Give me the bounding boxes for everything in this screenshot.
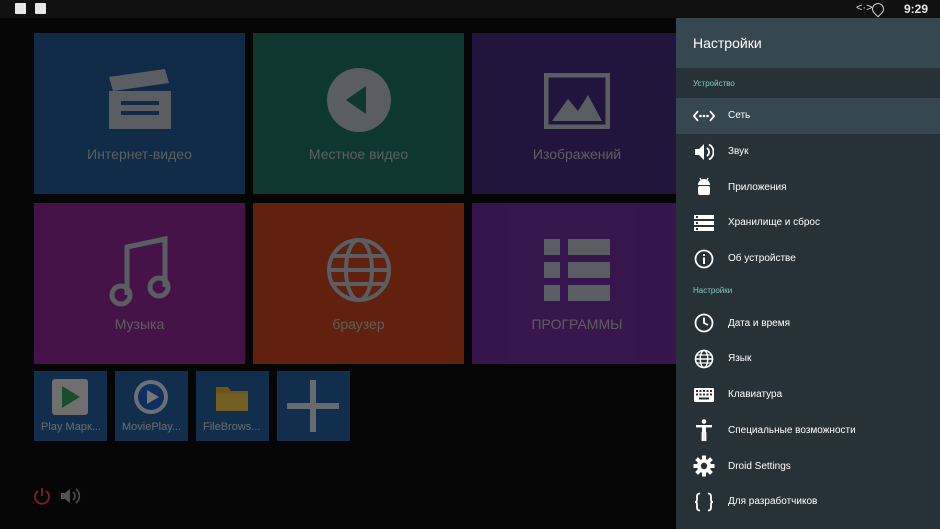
tile-internet-video[interactable]: Интернет-видео: [34, 33, 245, 194]
ethernet-icon: <·>: [856, 2, 873, 14]
item-label: Droid Settings: [728, 460, 791, 472]
app-label: Play Марк...: [41, 421, 101, 433]
image-icon: [544, 73, 610, 129]
settings-item-about[interactable]: Об устройстве: [676, 241, 940, 277]
clock-time: 9:29: [903, 2, 928, 16]
tile-programs[interactable]: ПРОГРАММЫ: [472, 203, 682, 364]
tile-label: Местное видео: [308, 146, 409, 162]
accessibility-icon: [693, 419, 715, 442]
item-label: Специальные возможности: [728, 424, 856, 436]
app-movieplayer[interactable]: MoviePlay...: [115, 371, 188, 441]
globe-icon: [326, 238, 391, 302]
item-label: Сеть: [728, 110, 751, 122]
folder-icon: [216, 387, 248, 411]
settings-item-date-time[interactable]: Дата и время: [676, 305, 940, 341]
clock-icon: [693, 312, 715, 334]
tile-browser[interactable]: браузер: [253, 203, 464, 364]
settings-panel: Настройки Устройство Сеть Звук Приложени…: [676, 18, 940, 529]
item-label: Звук: [728, 146, 749, 158]
keyboard-icon: [693, 384, 715, 406]
image-notification-icon: [35, 3, 46, 14]
power-icon[interactable]: [32, 486, 52, 506]
movieplayer-icon: [134, 380, 168, 414]
tile-label: Изображений: [532, 146, 622, 162]
tile-label: ПРОГРАММЫ: [531, 316, 623, 332]
item-label: Язык: [728, 353, 752, 365]
play-store-icon: [52, 379, 88, 415]
panel-header: Настройки: [676, 18, 940, 68]
tile-local-video[interactable]: Местное видео: [253, 33, 464, 194]
item-label: Хранилище и сброс: [728, 217, 820, 229]
section-header-settings: Настройки: [693, 286, 733, 296]
app-play-market[interactable]: Play Марк...: [34, 371, 107, 441]
app-label: FileBrows...: [203, 421, 261, 433]
android-icon: [693, 176, 715, 198]
settings-item-droid-settings[interactable]: Droid Settings: [676, 448, 940, 484]
music-note-icon: [109, 235, 170, 307]
item-label: Для разработчиков: [728, 496, 818, 508]
app-filebrowser[interactable]: FileBrows...: [196, 371, 269, 441]
info-icon: [693, 248, 715, 270]
settings-item-apps[interactable]: Приложения: [676, 169, 940, 205]
settings-item-storage[interactable]: Хранилище и сброс: [676, 205, 940, 241]
app-label: MoviePlay...: [122, 421, 182, 433]
tile-images[interactable]: Изображений: [472, 33, 682, 194]
plus-icon: [287, 380, 339, 432]
speaker-icon: [693, 141, 715, 163]
item-label: Клавиатура: [728, 389, 783, 401]
a-notification-icon: [15, 3, 26, 14]
panel-title: Настройки: [693, 35, 762, 51]
settings-item-keyboard[interactable]: Клавиатура: [676, 377, 940, 413]
tile-label: Интернет-видео: [87, 146, 192, 162]
item-label: Приложения: [728, 181, 787, 193]
settings-item-developer[interactable]: Для разработчиков: [676, 484, 940, 520]
settings-item-accessibility[interactable]: Специальные возможности: [676, 413, 940, 449]
settings-item-language[interactable]: Язык: [676, 341, 940, 377]
tile-label: Музыка: [114, 316, 165, 332]
clapperboard-icon: [108, 69, 171, 129]
volume-icon[interactable]: [59, 486, 81, 506]
app-add-button[interactable]: [277, 371, 350, 441]
tile-music[interactable]: Музыка: [34, 203, 245, 364]
item-label: Об устройстве: [728, 253, 796, 265]
tile-label: браузер: [332, 316, 385, 332]
play-circle-icon: [326, 68, 391, 132]
network-icon: [693, 105, 715, 127]
settings-item-sound[interactable]: Звук: [676, 134, 940, 170]
section-header-device: Устройство: [693, 78, 735, 88]
status-bar: <·> 9:29: [0, 0, 940, 18]
storage-icon: [693, 212, 715, 234]
settings-item-network[interactable]: Сеть: [676, 98, 940, 134]
item-label: Дата и время: [728, 317, 791, 329]
grid-list-icon: [544, 239, 610, 301]
globe-icon: [693, 348, 715, 370]
braces-icon: [693, 491, 715, 513]
gear-icon: [693, 455, 715, 477]
